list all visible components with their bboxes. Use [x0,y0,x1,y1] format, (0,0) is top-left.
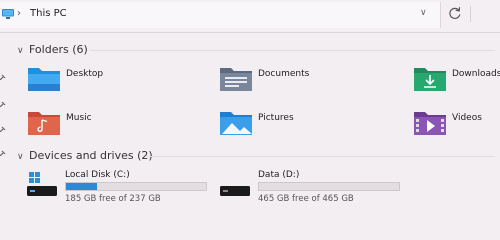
folder-pictures[interactable]: Pictures [219,108,399,144]
breadcrumb-this-pc[interactable]: This PC [30,8,67,19]
pc-icon [2,9,14,19]
folder-label: Desktop [66,69,104,79]
drive-free-space: 185 GB free of 237 GB [65,194,161,204]
file-explorer-window: › This PC ∨ ∨ Folders (6) Desktop Docume… [0,0,500,226]
folder-label: Videos [452,113,482,123]
chevron-down-icon[interactable]: ∨ [420,8,427,18]
drives-section-header[interactable]: ∨ Devices and drives (2) [17,149,153,162]
music-folder-icon [28,112,60,135]
refresh-icon[interactable] [446,4,464,22]
folder-documents[interactable]: Documents [219,64,399,100]
chevron-right-icon[interactable]: › [17,8,21,19]
chevron-down-icon[interactable]: ∨ [17,152,27,162]
section-divider [90,50,495,51]
address-bar: › This PC ∨ [0,0,500,33]
toolbar-divider [470,6,471,22]
drive-usage-bar [258,182,400,191]
folders-section-header[interactable]: ∨ Folders (6) [17,43,88,56]
folder-downloads[interactable]: Downloads [413,64,500,100]
drive-name: Local Disk (C:) [65,170,130,180]
folder-label: Downloads [452,69,500,79]
folder-label: Documents [258,69,310,79]
folder-label: Music [66,113,92,123]
folder-desktop[interactable]: Desktop [27,64,207,100]
windows-drive-icon [27,172,57,196]
folder-label: Pictures [258,113,294,123]
chevron-down-icon[interactable]: ∨ [17,46,27,56]
drive-d[interactable]: Data (D:) 465 GB free of 465 GB [220,170,410,206]
folder-videos[interactable]: Videos [413,108,500,144]
downloads-folder-icon [414,68,446,91]
drive-name: Data (D:) [258,170,300,180]
drive-usage-fill [66,183,97,190]
documents-folder-icon [220,68,252,91]
pictures-folder-icon [220,112,252,135]
drives-section-title: Devices and drives (2) [29,149,153,162]
drive-usage-bar [65,182,207,191]
drive-free-space: 465 GB free of 465 GB [258,194,354,204]
pin-icon [0,126,6,132]
hard-drive-icon [220,186,250,196]
drive-c[interactable]: Local Disk (C:) 185 GB free of 237 GB [27,170,217,206]
folders-section-title: Folders (6) [29,43,88,56]
section-divider [145,156,495,157]
videos-folder-icon [414,112,446,135]
folder-music[interactable]: Music [27,108,207,144]
address-field[interactable]: › This PC ∨ [0,2,441,28]
pin-icon [0,101,6,107]
pin-icon [0,74,6,80]
pin-icon [0,150,6,156]
desktop-folder-icon [28,68,60,91]
